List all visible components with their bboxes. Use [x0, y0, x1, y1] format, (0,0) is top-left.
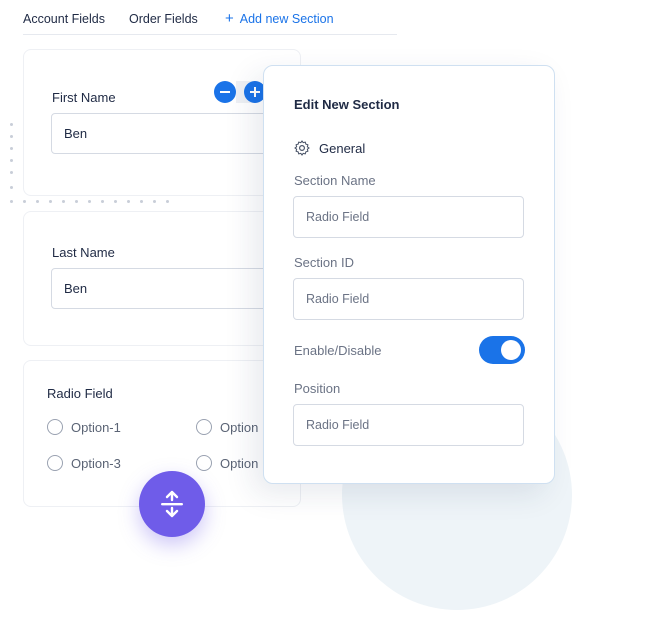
radio-circle	[47, 455, 63, 471]
enable-disable-label: Enable/Disable	[294, 343, 382, 358]
minus-icon	[220, 91, 230, 93]
radio-circle	[47, 419, 63, 435]
radio-option-label: Option-1	[71, 419, 121, 435]
remove-field-button[interactable]	[214, 81, 236, 103]
tab-account-fields[interactable]: Account Fields	[23, 12, 105, 26]
section-id-label: Section ID	[294, 255, 354, 270]
tabs-divider	[23, 34, 397, 35]
split-vertical-arrows-icon	[161, 490, 183, 518]
plus-icon	[250, 87, 260, 97]
position-input[interactable]: Radio Field	[293, 404, 524, 446]
last-name-label: Last Name	[52, 245, 115, 260]
gear-icon	[294, 140, 310, 156]
radio-option-label: Option	[220, 419, 259, 435]
first-name-input[interactable]: Ben	[51, 113, 281, 154]
radio-option-3[interactable]: Option-3	[47, 455, 121, 471]
plus-icon: +	[225, 10, 234, 27]
radio-circle	[196, 455, 212, 471]
first-name-label: First Name	[52, 90, 116, 105]
section-id-input[interactable]: Radio Field	[293, 278, 524, 320]
position-label: Position	[294, 381, 341, 396]
add-new-section-label: Add new Section	[239, 12, 334, 26]
panel-title: Edit New Section	[294, 97, 400, 112]
general-label: General	[319, 140, 366, 156]
edit-section-panel: Edit New Section General Section Name Ra…	[263, 65, 555, 484]
add-new-section-button[interactable]: + Add new Section	[225, 10, 334, 27]
radio-circle	[196, 419, 212, 435]
general-section-header[interactable]: General	[293, 139, 365, 157]
radio-option-label: Option	[220, 455, 259, 471]
last-name-input[interactable]: Ben	[51, 268, 281, 309]
radio-field-label: Radio Field	[47, 386, 113, 401]
radio-option-label: Option-3	[71, 455, 121, 471]
split-section-button[interactable]	[139, 471, 205, 537]
section-name-input[interactable]: Radio Field	[293, 196, 524, 238]
toggle-knob	[501, 340, 521, 360]
section-name-label: Section Name	[294, 173, 376, 188]
radio-option-4[interactable]: Option	[196, 455, 258, 471]
enable-toggle[interactable]	[479, 336, 525, 364]
tab-order-fields[interactable]: Order Fields	[129, 12, 198, 26]
radio-option-1[interactable]: Option-1	[47, 419, 121, 435]
radio-option-2[interactable]: Option	[196, 419, 258, 435]
